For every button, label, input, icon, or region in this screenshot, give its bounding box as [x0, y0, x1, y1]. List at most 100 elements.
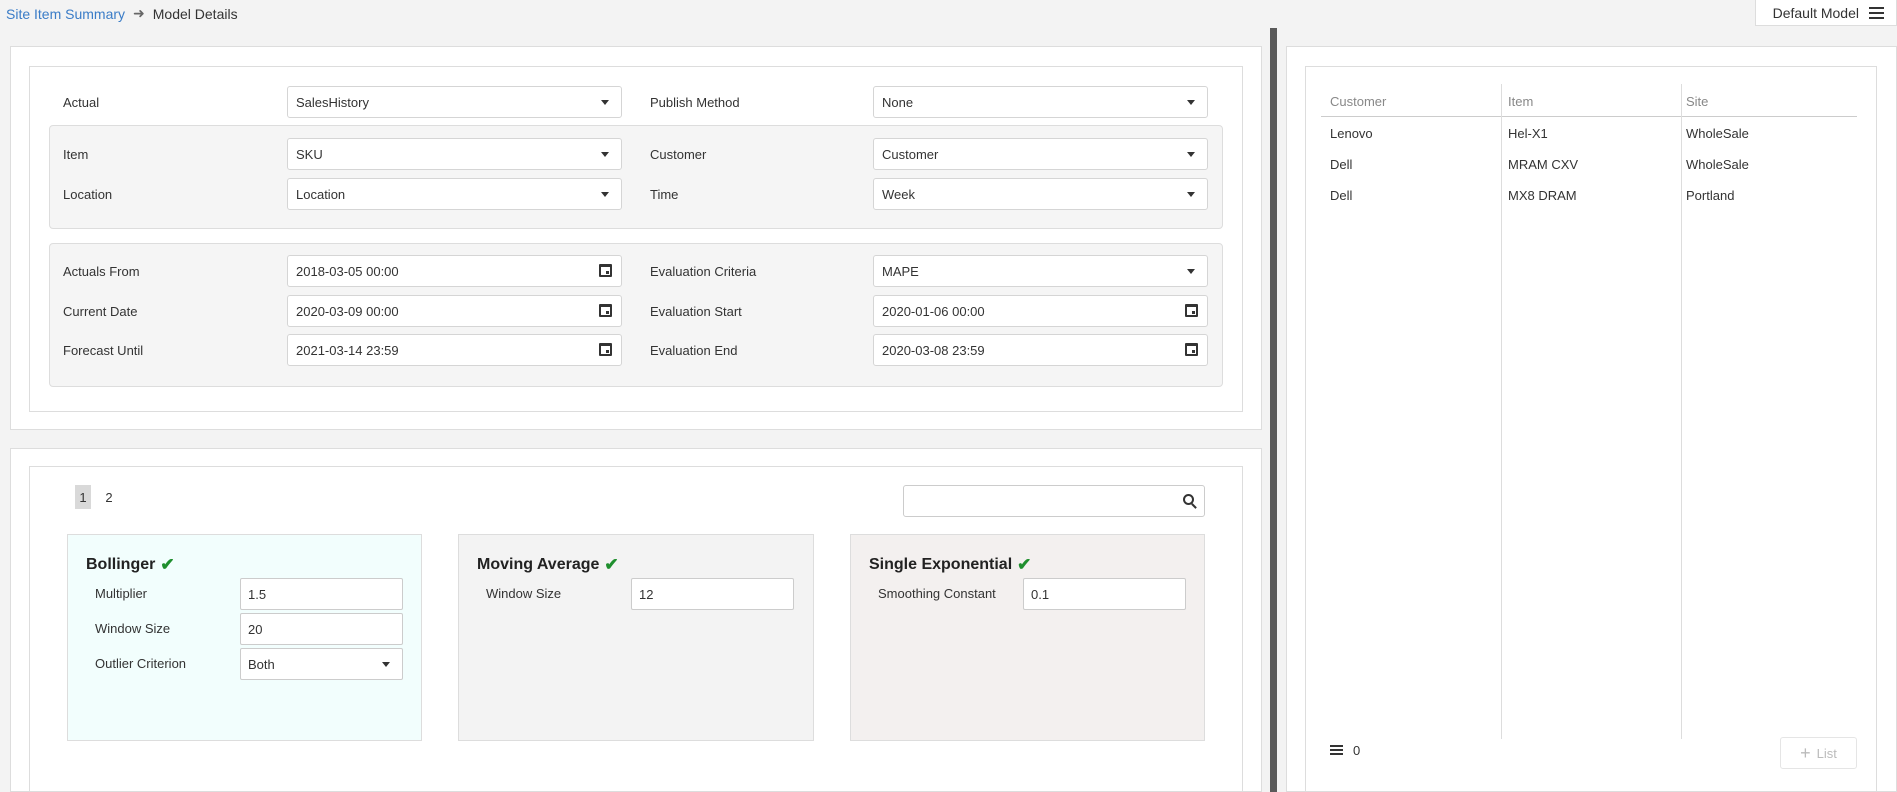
grid-cell-site[interactable]: WholeSale [1686, 157, 1749, 172]
location-label: Location [63, 187, 113, 202]
breadcrumb-model-details: Model Details [152, 5, 238, 22]
evaluation-start-datepicker[interactable]: 2020-01-06 00:00 [873, 295, 1208, 327]
chevron-down-icon [1187, 152, 1195, 157]
search-icon[interactable] [1183, 494, 1194, 505]
grid-cell-site[interactable]: Portland [1686, 188, 1734, 203]
site-item-grid-container [1305, 66, 1877, 792]
time-value: Week [882, 186, 915, 202]
param-value: Both [248, 656, 275, 672]
customer-select[interactable]: Customer [873, 138, 1208, 170]
evaluation-end-label: Evaluation End [650, 343, 738, 358]
param-label: Smoothing Constant [878, 586, 996, 601]
forecast-until-datepicker[interactable]: 2021-03-14 23:59 [287, 334, 622, 366]
page-1[interactable]: 1 [75, 485, 91, 509]
evaluation-end-datepicker[interactable]: 2020-03-08 23:59 [873, 334, 1208, 366]
column-header-site[interactable]: Site [1686, 94, 1708, 109]
forecast-until-value: 2021-03-14 23:59 [296, 342, 399, 358]
window-size-input[interactable]: 12 [631, 578, 794, 610]
evaluation-criteria-select[interactable]: MAPE [873, 255, 1208, 287]
chevron-down-icon [1187, 192, 1195, 197]
add-list-label: List [1816, 745, 1837, 761]
column-header-item[interactable]: Item [1508, 94, 1533, 109]
param-value: 20 [248, 621, 263, 637]
grid-cell-customer[interactable]: Lenovo [1330, 126, 1373, 141]
item-label: Item [63, 147, 89, 162]
grid-cell-item[interactable]: MX8 DRAM [1508, 188, 1577, 203]
window-size-input[interactable]: 20 [240, 613, 403, 645]
list-icon [1330, 745, 1343, 756]
time-label: Time [650, 187, 679, 202]
grid-cell-item[interactable]: Hel-X1 [1508, 126, 1548, 141]
column-divider [1501, 84, 1502, 739]
default-model-label: Default Model [1772, 4, 1859, 21]
customer-label: Customer [650, 147, 707, 162]
evaluation-criteria-value: MAPE [882, 263, 919, 279]
grid-cell-item[interactable]: MRAM CXV [1508, 157, 1578, 172]
top-bar: Site Item Summary ➜ Model Details Defaul… [0, 0, 1897, 28]
param-value: 1.5 [248, 586, 267, 602]
calendar-icon[interactable] [599, 343, 612, 356]
location-value: Location [296, 186, 346, 202]
calendar-icon[interactable] [1185, 304, 1198, 317]
actual-select[interactable]: SalesHistory [287, 86, 622, 118]
model-name: Bollinger [86, 556, 156, 573]
evaluation-criteria-label: Evaluation Criteria [650, 264, 757, 279]
param-label: Multiplier [95, 586, 148, 601]
list-count-value: 0 [1353, 743, 1361, 758]
calendar-icon[interactable] [599, 304, 612, 317]
model-card-title: Moving Average ✔ [477, 555, 619, 575]
outlier-criterion-select[interactable]: Both [240, 648, 403, 680]
model-name: Single Exponential [869, 556, 1013, 573]
param-label: Window Size [95, 621, 171, 636]
customer-value: Customer [882, 146, 939, 162]
chevron-down-icon [1187, 100, 1195, 105]
param-value: 0.1 [1031, 586, 1050, 602]
model-card-title: Bollinger ✔ [86, 555, 175, 575]
item-value: SKU [296, 146, 323, 162]
checkmark-icon: ✔ [604, 555, 619, 574]
evaluation-end-value: 2020-03-08 23:59 [882, 342, 985, 358]
actuals-from-label: Actuals From [63, 264, 140, 279]
plus-icon: + [1800, 743, 1811, 763]
grid-cell-customer[interactable]: Dell [1330, 188, 1352, 203]
default-model-menu-button[interactable]: Default Model [1755, 0, 1897, 26]
actuals-from-datepicker[interactable]: 2018-03-05 00:00 [287, 255, 622, 287]
evaluation-start-value: 2020-01-06 00:00 [882, 303, 985, 319]
pagination: 1 2 [75, 485, 117, 509]
grid-header-divider [1321, 116, 1857, 117]
smoothing-constant-input[interactable]: 0.1 [1023, 578, 1186, 610]
chevron-down-icon [1187, 269, 1195, 274]
breadcrumb: Site Item Summary ➜ Model Details [6, 5, 238, 22]
model-search-input[interactable] [903, 485, 1205, 517]
model-card-moving-average[interactable]: Moving Average ✔ Window Size 12 [458, 534, 814, 741]
checkmark-icon: ✔ [1017, 555, 1032, 574]
current-date-datepicker[interactable]: 2020-03-09 00:00 [287, 295, 622, 327]
list-count: 0 [1330, 743, 1360, 758]
current-date-label: Current Date [63, 304, 138, 319]
calendar-icon[interactable] [1185, 343, 1198, 356]
add-list-button[interactable]: + List [1780, 737, 1857, 769]
actual-value: SalesHistory [296, 94, 369, 110]
model-card-title: Single Exponential ✔ [869, 555, 1031, 575]
publish-method-label: Publish Method [650, 95, 740, 110]
multiplier-input[interactable]: 1.5 [240, 578, 403, 610]
arrow-right-icon: ➜ [133, 5, 145, 21]
grid-cell-customer[interactable]: Dell [1330, 157, 1352, 172]
model-card-single-exponential[interactable]: Single Exponential ✔ Smoothing Constant … [850, 534, 1205, 741]
grid-cell-site[interactable]: WholeSale [1686, 126, 1749, 141]
page-2[interactable]: 2 [101, 485, 117, 509]
calendar-icon[interactable] [599, 264, 612, 277]
model-card-bollinger[interactable]: Bollinger ✔ Multiplier 1.5 Window Size 2… [67, 534, 422, 741]
publish-method-select[interactable]: None [873, 86, 1208, 118]
location-select[interactable]: Location [287, 178, 622, 210]
breadcrumb-site-item-summary[interactable]: Site Item Summary [6, 6, 125, 22]
hamburger-menu-icon [1869, 6, 1884, 19]
actual-label: Actual [63, 95, 100, 110]
time-select[interactable]: Week [873, 178, 1208, 210]
item-select[interactable]: SKU [287, 138, 622, 170]
forecast-until-label: Forecast Until [63, 343, 144, 358]
chevron-down-icon [601, 152, 609, 157]
pane-splitter[interactable] [1270, 28, 1277, 792]
column-header-customer[interactable]: Customer [1330, 94, 1386, 109]
current-date-value: 2020-03-09 00:00 [296, 303, 399, 319]
